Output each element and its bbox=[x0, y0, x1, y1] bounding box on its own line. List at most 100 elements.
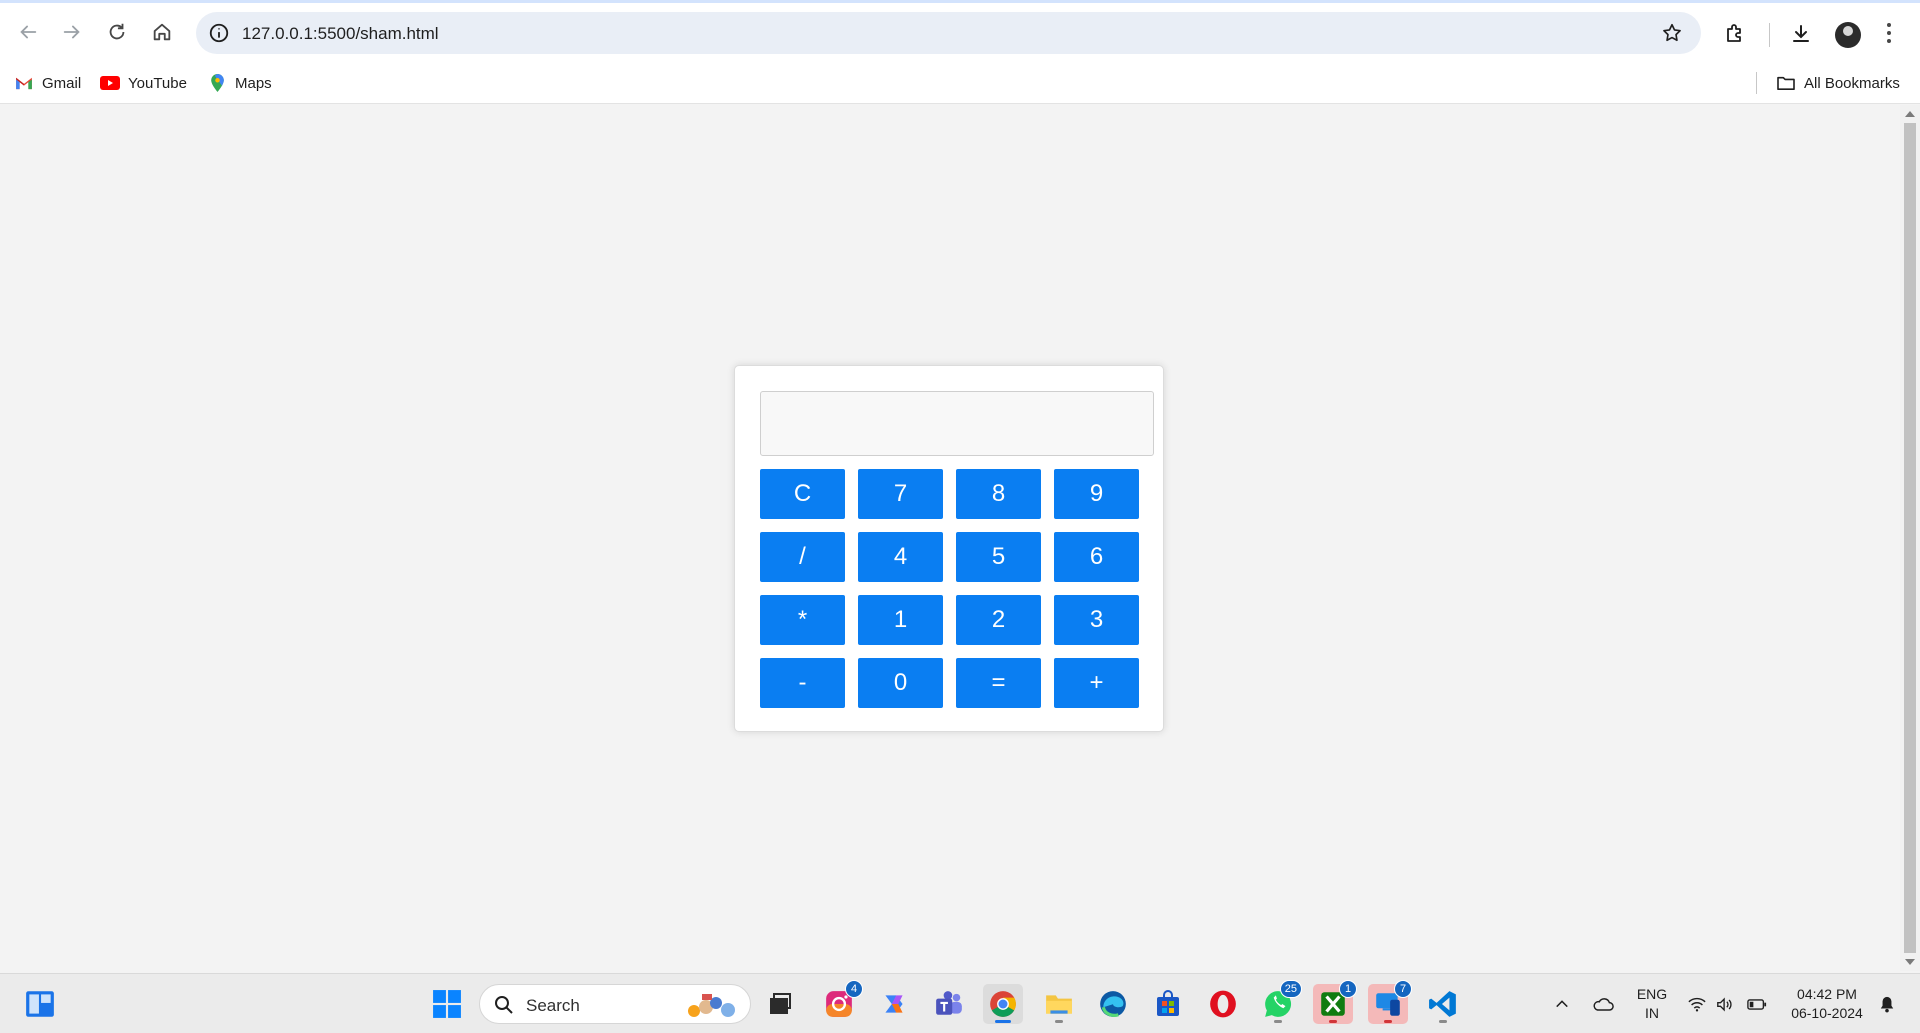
downloads-button[interactable] bbox=[1788, 21, 1814, 47]
bookmark-star-icon[interactable] bbox=[1661, 22, 1683, 44]
forward-arrow-icon bbox=[63, 25, 80, 39]
page-scrollbar[interactable] bbox=[1900, 105, 1920, 971]
toolbar-divider bbox=[1769, 23, 1770, 47]
key-0[interactable]: 0 bbox=[858, 658, 943, 708]
clock[interactable]: 04:42 PM 06-10-2024 bbox=[1782, 985, 1872, 1023]
bookmark-youtube[interactable]: YouTube bbox=[100, 74, 187, 92]
task-view-icon bbox=[770, 993, 791, 1014]
reload-button[interactable] bbox=[102, 17, 132, 47]
key-add[interactable]: + bbox=[1054, 658, 1139, 708]
opera-icon bbox=[1210, 990, 1236, 1018]
address-bar[interactable]: 127.0.0.1:5500/sham.html bbox=[196, 12, 1701, 54]
widgets-button[interactable] bbox=[20, 984, 60, 1024]
download-icon bbox=[1793, 25, 1809, 42]
taskbar-app-instagram[interactable]: 4 bbox=[819, 980, 863, 1024]
copilot-icon bbox=[885, 995, 903, 1013]
browser-toolbar: 127.0.0.1:5500/sham.html bbox=[0, 0, 1920, 64]
notification-badge: 25 bbox=[1279, 980, 1302, 998]
language-indicator[interactable]: ENG IN bbox=[1632, 985, 1672, 1023]
calculator-display[interactable] bbox=[760, 391, 1154, 456]
bookmarks-bar: Gmail YouTube Maps All Bookmarks bbox=[0, 64, 1920, 104]
taskbar-app-xbox[interactable]: 1 bbox=[1313, 980, 1357, 1024]
notification-badge: 4 bbox=[845, 980, 863, 998]
battery-icon bbox=[1747, 998, 1767, 1010]
taskbar-app-vscode[interactable] bbox=[1423, 984, 1463, 1024]
key-6[interactable]: 6 bbox=[1054, 532, 1139, 582]
search-icon bbox=[495, 996, 513, 1014]
running-indicator bbox=[1329, 1020, 1337, 1023]
key-2[interactable]: 2 bbox=[956, 595, 1041, 645]
reload-icon bbox=[109, 23, 125, 40]
search-placeholder: Search bbox=[526, 996, 580, 1015]
all-bookmarks-button[interactable]: All Bookmarks bbox=[1776, 74, 1900, 92]
site-info-icon[interactable] bbox=[208, 22, 230, 44]
youtube-icon bbox=[100, 74, 120, 92]
taskbar-app-edge[interactable] bbox=[1093, 984, 1133, 1024]
task-view-button[interactable] bbox=[760, 984, 800, 1024]
key-divide[interactable]: / bbox=[760, 532, 845, 582]
start-button[interactable] bbox=[427, 984, 467, 1024]
home-button[interactable] bbox=[147, 17, 177, 47]
clock-time: 04:42 PM bbox=[1797, 986, 1857, 1002]
language-code: ENG bbox=[1636, 986, 1668, 1002]
key-equals[interactable]: = bbox=[956, 658, 1041, 708]
scrollbar-thumb[interactable] bbox=[1904, 123, 1916, 953]
taskbar-search[interactable]: Search bbox=[479, 984, 751, 1024]
key-4[interactable]: 4 bbox=[858, 532, 943, 582]
bookmark-label: YouTube bbox=[128, 74, 187, 92]
notifications-button[interactable] bbox=[1876, 994, 1898, 1014]
volume-button[interactable] bbox=[1714, 994, 1736, 1014]
notification-badge: 7 bbox=[1394, 980, 1412, 998]
show-hidden-icons-button[interactable] bbox=[1551, 994, 1573, 1014]
calculator-keypad: C 7 8 9 / 4 5 6 * 1 2 3 - 0 = + bbox=[760, 469, 1139, 708]
scroll-up-arrow-icon[interactable] bbox=[1905, 111, 1915, 117]
bookmark-label: Maps bbox=[235, 74, 272, 92]
windows-start-icon bbox=[433, 990, 461, 1018]
taskbar-app-store[interactable] bbox=[1148, 984, 1188, 1024]
key-7[interactable]: 7 bbox=[858, 469, 943, 519]
bookmark-maps[interactable]: Maps bbox=[207, 74, 272, 92]
vscode-icon bbox=[1429, 991, 1456, 1017]
gmail-icon bbox=[14, 74, 34, 92]
key-clear[interactable]: C bbox=[760, 469, 845, 519]
key-subtract[interactable]: - bbox=[760, 658, 845, 708]
browser-menu-button[interactable] bbox=[1886, 23, 1892, 45]
back-arrow-icon bbox=[20, 25, 37, 39]
folder-icon bbox=[1776, 74, 1796, 92]
maps-icon bbox=[207, 74, 227, 92]
search-highlight-icon bbox=[688, 994, 735, 1017]
onedrive-button[interactable] bbox=[1592, 994, 1614, 1014]
taskbar: Search 4 25 1 7 ENG IN 04:42 PM 06-10-20… bbox=[0, 973, 1920, 1033]
key-3[interactable]: 3 bbox=[1054, 595, 1139, 645]
folder-icon bbox=[1046, 995, 1072, 1014]
key-1[interactable]: 1 bbox=[858, 595, 943, 645]
key-9[interactable]: 9 bbox=[1054, 469, 1139, 519]
taskbar-app-whatsapp[interactable]: 25 bbox=[1258, 980, 1302, 1024]
bookmark-gmail[interactable]: Gmail bbox=[14, 74, 81, 92]
key-multiply[interactable]: * bbox=[760, 595, 845, 645]
battery-button[interactable] bbox=[1746, 994, 1768, 1014]
calculator: C 7 8 9 / 4 5 6 * 1 2 3 - 0 = + bbox=[734, 365, 1164, 732]
profile-avatar[interactable] bbox=[1835, 22, 1861, 48]
taskbar-app-teams[interactable] bbox=[929, 984, 969, 1024]
taskbar-app-file-explorer[interactable] bbox=[1039, 984, 1079, 1024]
key-5[interactable]: 5 bbox=[956, 532, 1041, 582]
back-button[interactable] bbox=[13, 17, 43, 47]
taskbar-app-opera[interactable] bbox=[1203, 984, 1243, 1024]
taskbar-app-copilot[interactable] bbox=[874, 984, 914, 1024]
clock-date: 06-10-2024 bbox=[1791, 1005, 1863, 1021]
taskbar-app-chrome[interactable] bbox=[983, 984, 1023, 1024]
home-icon bbox=[153, 23, 171, 41]
network-button[interactable] bbox=[1686, 994, 1708, 1014]
store-icon bbox=[1157, 990, 1179, 1016]
key-8[interactable]: 8 bbox=[956, 469, 1041, 519]
taskbar-app-phone-link[interactable]: 7 bbox=[1368, 980, 1412, 1024]
scroll-down-arrow-icon[interactable] bbox=[1905, 959, 1915, 965]
url-text[interactable]: 127.0.0.1:5500/sham.html bbox=[242, 24, 439, 44]
running-indicator bbox=[1055, 1020, 1063, 1023]
extensions-button[interactable] bbox=[1722, 21, 1748, 47]
puzzle-icon bbox=[1727, 24, 1741, 42]
forward-button[interactable] bbox=[57, 17, 87, 47]
widgets-icon bbox=[26, 991, 54, 1017]
region-code: IN bbox=[1645, 1005, 1659, 1021]
